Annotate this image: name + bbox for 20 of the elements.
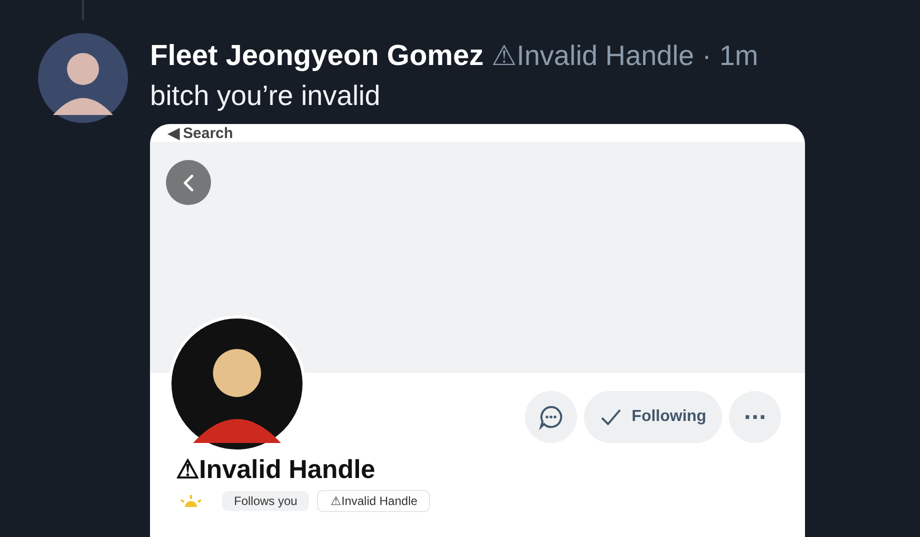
separator: · (702, 40, 712, 72)
profile-tag: Follows you (222, 491, 310, 511)
post-text: bitch you’re invalid (150, 80, 382, 112)
speech-bubble-icon (538, 404, 564, 430)
embedded-screenshot[interactable]: ◀ Search Following ··· ⚠Invalid Handle Follows you ⚠Invalid Handle (150, 124, 805, 537)
profile-name: ⚠Invalid Handle (175, 454, 376, 485)
chevron-left-icon (182, 174, 196, 192)
more-button[interactable]: ··· (729, 391, 781, 443)
profile-tag: ⚠Invalid Handle (317, 490, 430, 512)
author-name[interactable]: Fleet Jeongyeon Gomez (150, 40, 484, 73)
author-handle[interactable]: ⚠Invalid Handle (492, 39, 694, 72)
following-button[interactable]: Following (584, 391, 722, 443)
back-arrow: ◀ (168, 126, 180, 142)
message-button[interactable] (525, 391, 577, 443)
post-time: 1m (719, 40, 758, 72)
status-label: Search (183, 126, 234, 142)
back-button[interactable] (166, 160, 211, 205)
avatar-icon[interactable] (38, 33, 128, 123)
checkmark-icon (600, 407, 622, 427)
sun-icon (178, 495, 204, 507)
